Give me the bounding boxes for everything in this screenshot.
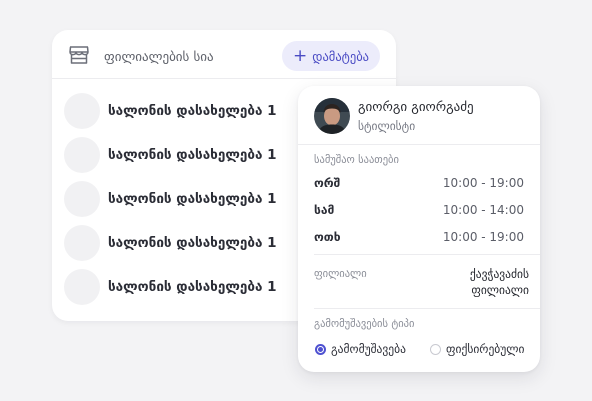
- hours-time: 10:00 - 19:00: [442, 230, 524, 244]
- staff-name: გიორგი გიორგაძე: [358, 100, 474, 115]
- branch-value-line: ქავჭავაძის: [469, 267, 529, 281]
- radio-option-commission[interactable]: გამომუშავება: [315, 342, 406, 356]
- branch-avatar: [64, 181, 100, 217]
- branch-name: სალონის დასახელება 1: [108, 279, 277, 295]
- staff-detail-card: გიორგი გიორგაძე სტილისტი სამუშაო საათები…: [298, 86, 540, 372]
- hours-day: ოთხ: [314, 230, 341, 244]
- radio-button[interactable]: [430, 343, 441, 355]
- staff-role: სტილისტი: [358, 119, 416, 133]
- hours-day: ორშ: [314, 176, 341, 190]
- branch-name: სალონის დასახელება 1: [108, 191, 277, 207]
- store-icon: [69, 46, 89, 64]
- avatar: [314, 98, 350, 134]
- radio-label: ფიქსირებული: [446, 342, 525, 356]
- branch-value: ქავჭავაძის ფილიალი: [470, 266, 529, 298]
- branch-avatar: [64, 93, 100, 129]
- radio-button-checked[interactable]: [315, 343, 326, 355]
- branch-list-title: ფილიალების სია: [104, 50, 214, 65]
- branch-name: სალონის დასახელება 1: [108, 103, 277, 119]
- branch-name: სალონის დასახელება 1: [108, 235, 277, 251]
- divider: [314, 254, 540, 255]
- branch-label: ფილიალი: [314, 268, 367, 280]
- radio-label: გამომუშავება: [331, 342, 406, 356]
- plus-icon: +: [292, 46, 308, 66]
- branch-avatar: [64, 225, 100, 261]
- divider: [314, 308, 540, 309]
- working-hours-label: სამუშაო საათები: [314, 154, 399, 166]
- hours-time: 10:00 - 19:00: [442, 176, 524, 190]
- divider: [298, 144, 540, 145]
- add-branch-button[interactable]: + დამატება: [282, 41, 380, 71]
- branch-avatar: [64, 269, 100, 305]
- branch-name: სალონის დასახელება 1: [108, 147, 277, 163]
- branch-list-header: ფილიალების სია + დამატება: [52, 30, 396, 79]
- branch-value-line: ფილიალი: [471, 283, 529, 297]
- radio-option-fixed[interactable]: ფიქსირებული: [430, 342, 524, 356]
- hours-day: სამ: [314, 203, 335, 217]
- employment-type-label: გამომუშავების ტიპი: [314, 318, 415, 330]
- add-branch-button-label: დამატება: [312, 48, 370, 64]
- branch-avatar: [64, 137, 100, 173]
- hours-time: 10:00 - 14:00: [442, 203, 524, 217]
